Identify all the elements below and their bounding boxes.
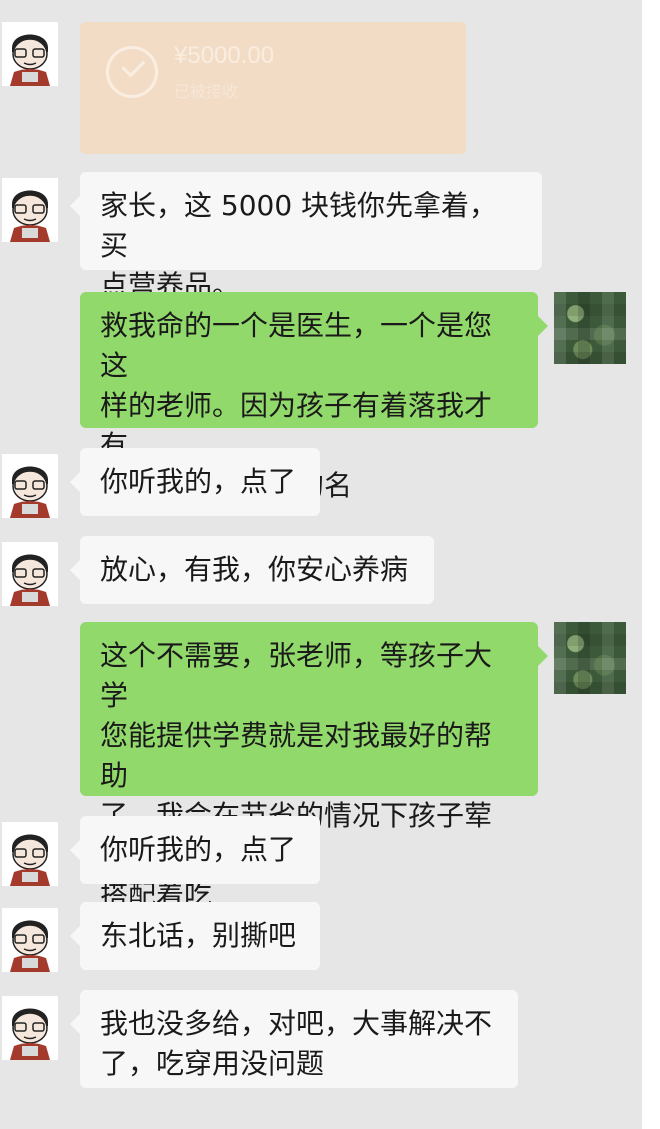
teacher-avatar-icon[interactable]: [2, 178, 58, 242]
message-bubble[interactable]: 放心，有我，你安心养病: [70, 536, 434, 604]
message-bubble[interactable]: 你听我的，点了: [70, 448, 320, 516]
message-bubble[interactable]: 我也没多给，对吧，大事解决不 了，吃穿用没问题: [70, 990, 518, 1088]
transfer-status: 已被接收: [174, 82, 239, 101]
transfer-amount: ¥5000.00: [174, 42, 275, 69]
teacher-avatar-icon[interactable]: [2, 996, 58, 1060]
message-bubble[interactable]: 这个不需要，张老师，等孩子大学 您能提供学费就是对我最好的帮助 了。我会在节省的…: [80, 622, 548, 912]
teacher-avatar-icon[interactable]: [2, 822, 58, 886]
teacher-avatar-icon[interactable]: [2, 908, 58, 972]
transfer-card[interactable]: ¥5000.00 已被接收: [80, 22, 466, 154]
parent-avatar-icon[interactable]: [554, 622, 626, 694]
screen-edge: [642, 0, 660, 1129]
parent-avatar-icon[interactable]: [554, 292, 626, 364]
message-bubble[interactable]: 东北话，别撕吧: [70, 902, 320, 970]
message-bubble[interactable]: 你听我的，点了: [70, 816, 320, 884]
teacher-avatar-icon[interactable]: [2, 22, 58, 86]
message-bubble[interactable]: 家长，这 5000 块钱你先拿着，买 点营养品。: [70, 172, 542, 302]
teacher-avatar-icon[interactable]: [2, 454, 58, 518]
transfer-accepted-check-icon: [106, 46, 158, 98]
teacher-avatar-icon[interactable]: [2, 542, 58, 606]
message-bubble[interactable]: 救我命的一个是医生，一个是您这 样的老师。因为孩子有着落我才有 信心。您救来我的…: [80, 292, 548, 502]
